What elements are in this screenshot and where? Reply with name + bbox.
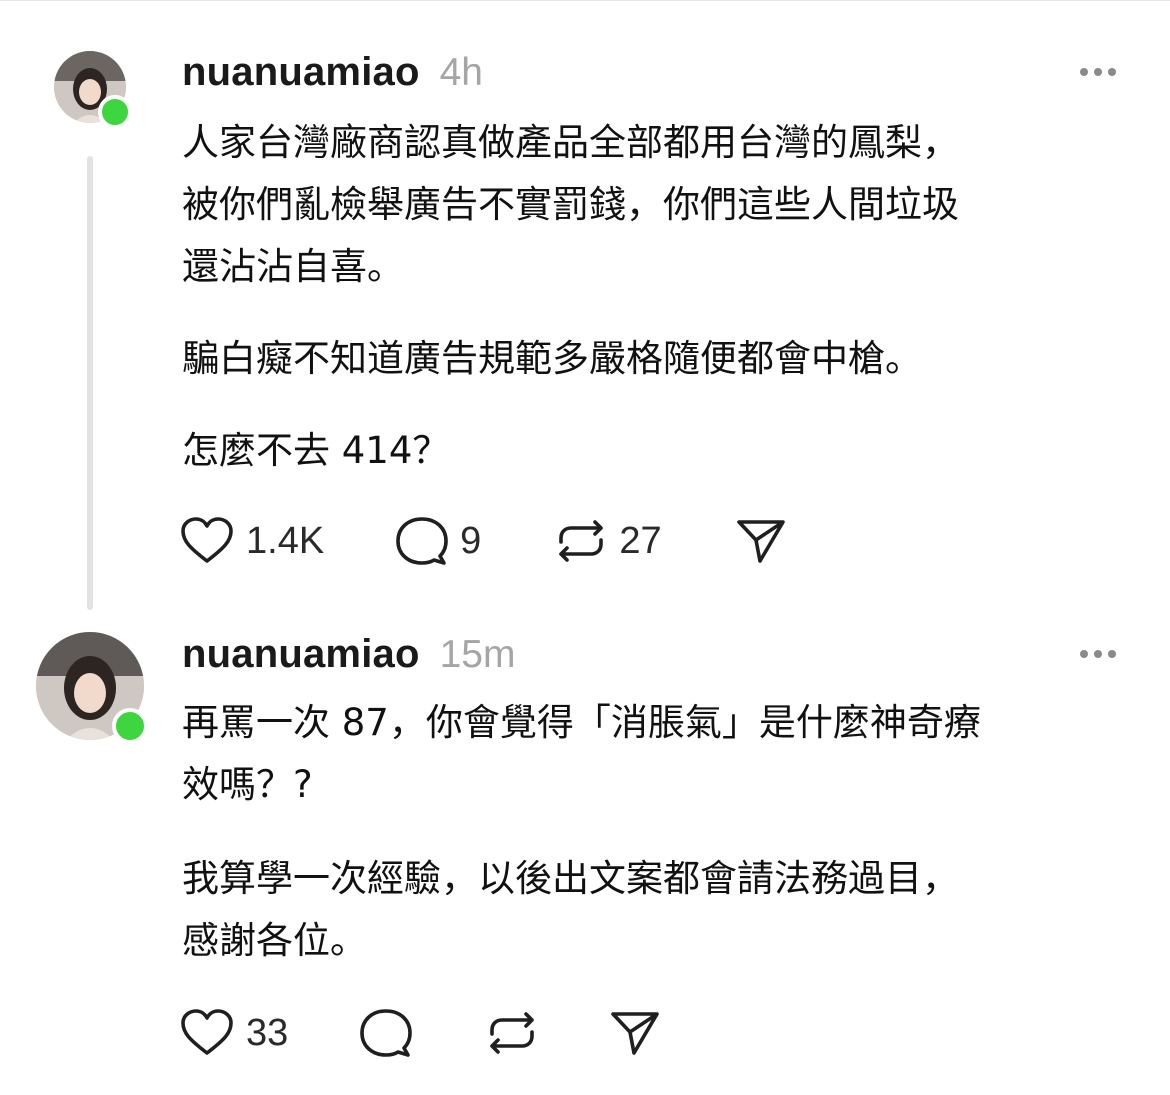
avatar-1[interactable] [54, 51, 132, 129]
share-button[interactable] [610, 1009, 660, 1057]
heart-icon [181, 517, 233, 563]
post-text-line: 再罵一次 87，你會覺得「消脹氣」是什麼神奇療 [182, 701, 981, 744]
thread-connector-line [87, 156, 93, 610]
more-dot [1108, 68, 1116, 76]
more-dot [1108, 650, 1116, 658]
like-button[interactable]: 33 [180, 1009, 288, 1057]
online-status-dot [112, 708, 148, 744]
post-header: nuanuamiao 4h [182, 50, 483, 95]
reply-button[interactable]: 9 [396, 516, 481, 566]
timestamp: 4h [439, 51, 483, 94]
post-header: nuanuamiao 15m [182, 632, 515, 677]
thread-post-2: nuanuamiao 15m 再罵一次 87，你會覺得「消脹氣」是什麼神奇療 效… [0, 620, 1170, 1095]
more-dot [1094, 650, 1102, 658]
comment-icon [360, 1009, 413, 1057]
post-text-line: 還沾沾自喜。 [182, 245, 404, 288]
share-button[interactable] [736, 517, 786, 565]
more-options-icon [1080, 68, 1088, 76]
heart-icon [181, 1009, 233, 1055]
like-count: 1.4K [246, 519, 325, 562]
thread-post-1: nuanuamiao 4h 人家台灣廠商認真做產品全部都用台灣的鳳梨， 被你們亂… [0, 0, 1170, 620]
post-body: 再罵一次 87，你會覺得「消脹氣」是什麼神奇療 效嗎？? 我算學一次經驗，以後出… [182, 692, 1142, 972]
like-count: 33 [246, 1011, 289, 1054]
post-text-line: 騙白癡不知道廣告規範多嚴格隨便都會中槍。 [182, 337, 922, 380]
post-text-line: 我算學一次經驗，以後出文案都會請法務過目， [182, 857, 959, 900]
repost-button[interactable]: 27 [555, 516, 662, 566]
repost-button[interactable] [486, 1008, 538, 1058]
reply-count: 9 [460, 519, 482, 562]
more-options-button[interactable] [1080, 644, 1116, 664]
post-text-line: 人家台灣廠商認真做產品全部都用台灣的鳳梨， [182, 121, 959, 164]
action-bar: 1.4K 9 27 [180, 516, 786, 566]
post-text-line: 被你們亂檢舉廣告不實罰錢，你們這些人間垃圾 [182, 183, 959, 226]
username[interactable]: nuanuamiao [182, 50, 420, 95]
reply-button[interactable] [360, 1008, 413, 1058]
avatar-2[interactable] [36, 632, 148, 744]
send-icon [611, 1012, 660, 1055]
post-text-line: 感謝各位。 [182, 919, 367, 962]
more-options-icon [1080, 650, 1088, 658]
post-text-line: 怎麼不去 414？ [182, 429, 450, 472]
like-button[interactable]: 1.4K [180, 517, 324, 565]
username[interactable]: nuanuamiao [182, 632, 420, 677]
repost-icon [559, 520, 604, 562]
more-dot [1094, 68, 1102, 76]
action-bar: 33 [180, 1008, 660, 1058]
post-text-line: 效嗎？? [182, 763, 313, 806]
online-status-dot [98, 95, 132, 129]
comment-icon [396, 517, 448, 565]
more-options-button[interactable] [1080, 62, 1116, 82]
post-body: 人家台灣廠商認真做產品全部都用台灣的鳳梨， 被你們亂檢舉廣告不實罰錢，你們這些人… [182, 112, 1142, 482]
send-icon [736, 520, 785, 563]
repost-count: 27 [619, 519, 662, 562]
repost-icon [490, 1012, 535, 1054]
timestamp: 15m [439, 633, 516, 676]
